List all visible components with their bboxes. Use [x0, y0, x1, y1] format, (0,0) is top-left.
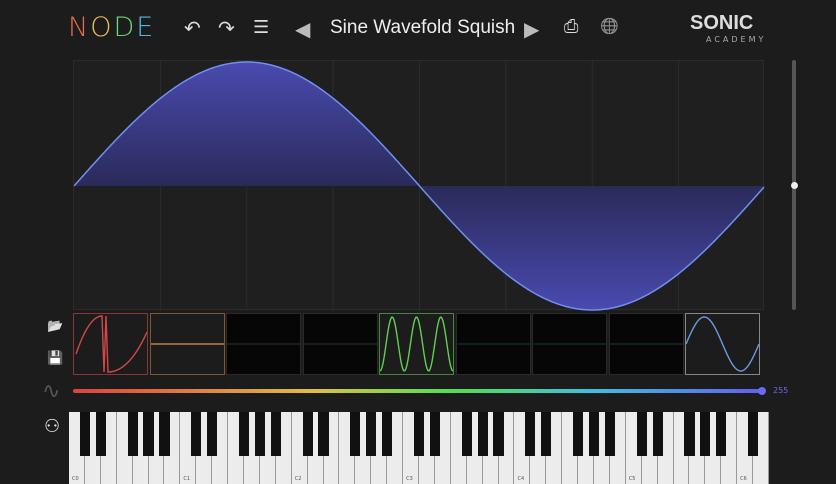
wavetable-slot[interactable]	[608, 313, 684, 375]
slot-wave	[75, 315, 148, 373]
black-key[interactable]	[254, 412, 265, 456]
undo-icon[interactable]: ↶	[184, 18, 201, 38]
logo-letter: O	[90, 12, 114, 43]
lfo-icon[interactable]: ∿	[42, 381, 60, 403]
morph-slider-thumb[interactable]	[758, 387, 766, 395]
black-key[interactable]	[588, 412, 600, 456]
slot-wave	[609, 343, 683, 345]
black-key[interactable]	[636, 412, 647, 456]
wavetable-slot[interactable]	[685, 313, 760, 375]
black-key[interactable]	[302, 412, 313, 456]
redo-icon[interactable]: ↷	[218, 18, 235, 38]
black-key[interactable]	[684, 412, 695, 456]
wavetable-slot[interactable]	[149, 313, 225, 375]
black-key[interactable]	[350, 412, 361, 456]
black-key[interactable]	[207, 412, 218, 456]
black-key[interactable]	[525, 412, 536, 456]
black-key[interactable]	[159, 412, 170, 456]
slot-wave	[456, 343, 530, 345]
black-key[interactable]	[573, 412, 584, 456]
wavetable-slot[interactable]	[226, 313, 301, 375]
black-key[interactable]	[700, 412, 711, 456]
brand-logo: SONIC	[690, 12, 754, 34]
slot-wave	[379, 316, 454, 372]
black-key[interactable]	[95, 412, 106, 456]
globe-icon[interactable]: 🌐	[600, 19, 619, 34]
wavetable-slot[interactable]	[302, 313, 378, 375]
black-key[interactable]	[493, 412, 504, 456]
black-key[interactable]	[270, 412, 281, 456]
prev-preset-icon[interactable]: ◀	[295, 19, 310, 39]
octave-label: C1	[183, 476, 191, 482]
logo-letter: E	[136, 12, 156, 43]
black-key[interactable]	[127, 412, 138, 456]
slot-wave	[227, 343, 300, 345]
wavetable-slot[interactable]	[532, 313, 607, 375]
slot-wave	[533, 343, 606, 345]
piano-keyboard[interactable]: C0 C1 C2 C3 C4 C5 C6	[69, 412, 769, 484]
black-key[interactable]	[382, 412, 393, 456]
export-icon[interactable]: ⎙	[564, 18, 578, 36]
vertical-slider-thumb[interactable]	[791, 182, 798, 189]
logo-letter: N	[68, 12, 91, 43]
black-key[interactable]	[413, 412, 425, 456]
next-preset-icon[interactable]: ▶	[524, 19, 539, 39]
black-key[interactable]	[366, 412, 377, 456]
octave-label: C3	[406, 476, 413, 482]
black-key[interactable]	[716, 412, 727, 456]
slot-wave	[303, 343, 377, 345]
octave-label: C4	[517, 476, 525, 482]
octave-label: C5	[628, 476, 636, 482]
waveform-svg	[73, 61, 765, 311]
black-key[interactable]	[748, 412, 759, 456]
load-icon[interactable]: 📂	[47, 320, 63, 333]
morph-value: 255	[773, 386, 789, 395]
black-key[interactable]	[604, 412, 615, 456]
black-key[interactable]	[143, 412, 154, 456]
morph-slider[interactable]	[73, 389, 763, 393]
brand-sub: ACADEMY	[706, 35, 767, 44]
waveform-display[interactable]	[73, 60, 765, 311]
octave-label: C0	[72, 476, 79, 482]
black-key[interactable]	[429, 412, 440, 456]
black-key[interactable]	[541, 412, 552, 456]
black-key[interactable]	[477, 412, 488, 456]
wave-fill-negative	[419, 186, 765, 310]
black-key[interactable]	[238, 412, 250, 456]
black-key[interactable]	[461, 412, 472, 456]
preset-name[interactable]: Sine Wavefold Squish	[330, 17, 515, 39]
midi-icon[interactable]: ⚇	[44, 418, 60, 436]
wavetable-slot[interactable]	[73, 313, 148, 375]
list-icon[interactable]: ☰	[253, 19, 269, 37]
octave-label: C2	[294, 476, 302, 482]
logo-letter: D	[113, 12, 137, 43]
slot-wave	[150, 343, 224, 345]
octave-label: C6	[740, 476, 747, 482]
save-icon[interactable]: 💾	[47, 352, 63, 365]
slot-wave	[685, 316, 760, 372]
node-logo: NODE	[68, 12, 155, 43]
wavetable-slot[interactable]	[379, 313, 454, 375]
black-key[interactable]	[318, 412, 329, 456]
wave-fill-positive	[74, 62, 420, 186]
black-key[interactable]	[79, 412, 90, 456]
black-key[interactable]	[191, 412, 202, 456]
wavetable-slot[interactable]	[455, 313, 531, 375]
black-key[interactable]	[652, 412, 663, 456]
